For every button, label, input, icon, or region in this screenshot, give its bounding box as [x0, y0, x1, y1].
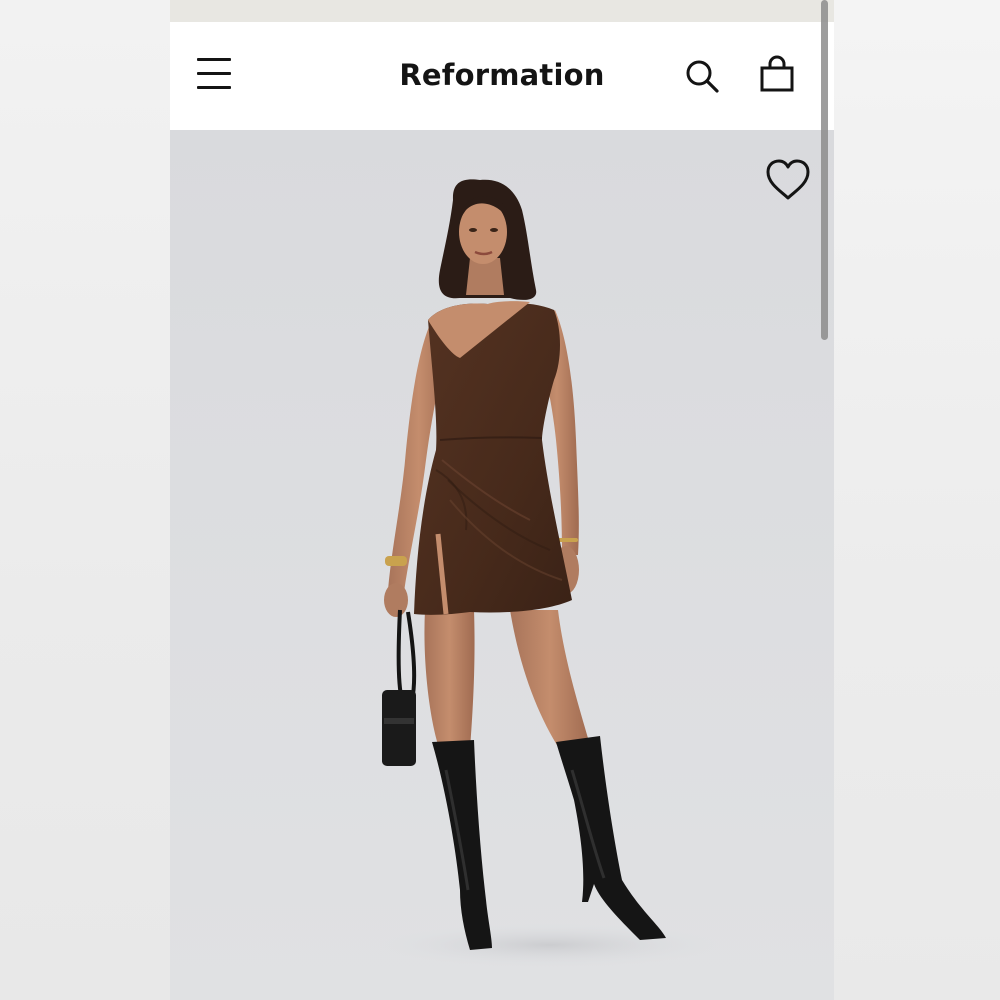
product-photo: [170, 130, 834, 1000]
left-background: [0, 0, 170, 1000]
search-icon: [686, 60, 719, 93]
wishlist-button[interactable]: [764, 158, 812, 202]
shopping-bag-icon: [760, 55, 794, 92]
brand-logo[interactable]: Reformation: [352, 52, 652, 98]
search-button[interactable]: [682, 56, 722, 96]
site-header: Reformation: [170, 22, 834, 130]
phone-screen: Reformation: [170, 0, 834, 1000]
model-illustration: [380, 179, 720, 967]
shopping-bag-button[interactable]: [756, 54, 798, 96]
menu-button[interactable]: [194, 55, 234, 95]
status-bar: [170, 0, 834, 22]
page-scrollbar[interactable]: [821, 0, 828, 340]
right-background: [834, 0, 1000, 1000]
heart-icon: [766, 159, 810, 200]
